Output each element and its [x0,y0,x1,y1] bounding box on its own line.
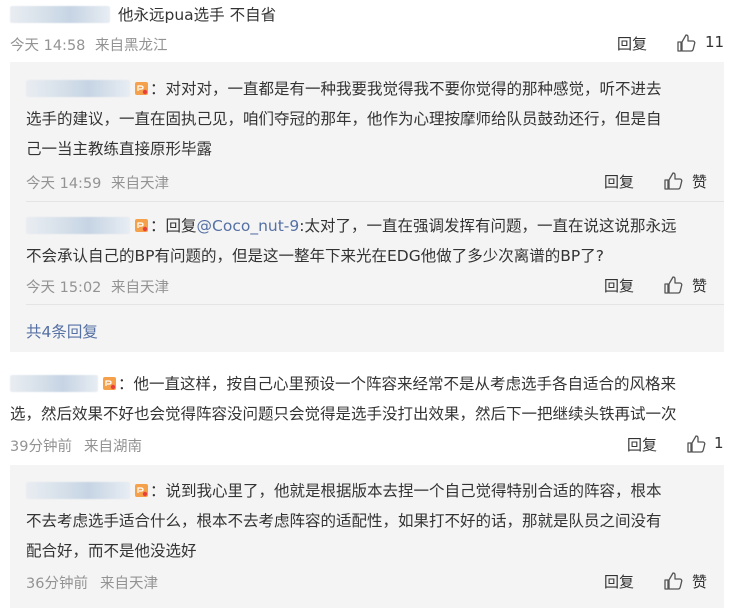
comment-location: 来自黑龙江 [95,38,168,54]
reply-button[interactable]: 回复 [604,171,634,192]
reply-button[interactable]: 回复 [617,33,647,54]
like-count: 1 [714,434,724,452]
thumbs-up-icon[interactable] [686,434,706,454]
reply-button[interactable]: 回复 [627,434,657,455]
reply-text-line: 选手的建议，一直在固执己见，咱们夺冠的那年，他作为心理按摩师给队员鼓劲还行，但是… [26,110,662,128]
reply-text-line: 己一当主教练直接原形毕露 [26,140,213,158]
username-blurred[interactable] [26,217,130,234]
reply-text: :太对了，一直在强调发挥有问题，一直在说这说那永远 [299,217,677,235]
username-blurred[interactable] [10,375,98,392]
reply-prefix: ：回复 [150,217,197,235]
username-blurred[interactable] [26,80,130,97]
member-badge-icon [135,82,148,95]
comment-time: 39分钟前 [10,439,72,455]
like-count: 11 [705,33,725,51]
thumbs-up-icon[interactable] [676,33,696,53]
member-badge-icon [135,219,148,232]
reply-time: 今天 14:59 [26,176,102,192]
like-button[interactable]: 赞 [692,275,707,296]
reply-text-line: 配合好，而不是他没选好 [26,542,197,560]
more-replies-link[interactable]: 共4条回复 [26,320,98,342]
reply-location: 来自天津 [111,176,169,192]
reply-text-line: ：回复@Coco_nut-9:太对了，一直在强调发挥有问题，一直在说这说那永远 [150,211,677,241]
reply-text-line: 不会承认自己的BP有问题的，但是这一整年下来光在EDG他做了多少次离谱的BP了? [26,247,604,265]
reply-time: 36分钟前 [26,576,88,592]
divider [26,304,724,305]
comment-text-line: ：他一直这样，按自己心里预设一个阵容来经常不是从考虑选手各自适合的风格来 [118,375,677,393]
thumbs-up-icon[interactable] [663,571,683,591]
reply-button[interactable]: 回复 [604,571,634,592]
reply-text-line: ：对对对，一直都是有一种我要我觉得我不要你觉得的那种感觉，听不进去 [150,80,662,98]
comment-time: 今天 14:58 [10,38,86,54]
like-button[interactable]: 赞 [692,171,707,192]
member-badge-icon [135,484,148,497]
reply-button[interactable]: 回复 [604,275,634,296]
username-blurred[interactable] [26,482,130,499]
comment-text-line: 选，然后效果不好也会觉得阵容没问题只会觉得是选手没打出效果，然后下一把继续头铁再… [10,405,677,423]
reply-time: 今天 15:02 [26,280,102,296]
reply-text-line: ：说到我心里了，他就是根据版本去捏一个自己觉得特别合适的阵容，根本 [150,482,662,500]
reply-text-line: 不去考虑选手适合什么，根本不去考虑阵容的适配性，如果打不好的话，那就是队员之间没… [26,512,662,530]
reply-location: 来自天津 [111,280,169,296]
mention-link[interactable]: @Coco_nut-9 [197,217,300,235]
thumbs-up-icon[interactable] [663,171,683,191]
comment-location: 来自湖南 [84,439,142,455]
thumbs-up-icon[interactable] [663,275,683,295]
divider [26,201,724,202]
username-blurred[interactable] [10,6,110,23]
like-button[interactable]: 赞 [692,571,707,592]
reply-location: 来自天津 [100,576,158,592]
member-badge-icon [103,377,116,390]
comment-text: 他永远pua选手 不自省 [118,6,277,24]
